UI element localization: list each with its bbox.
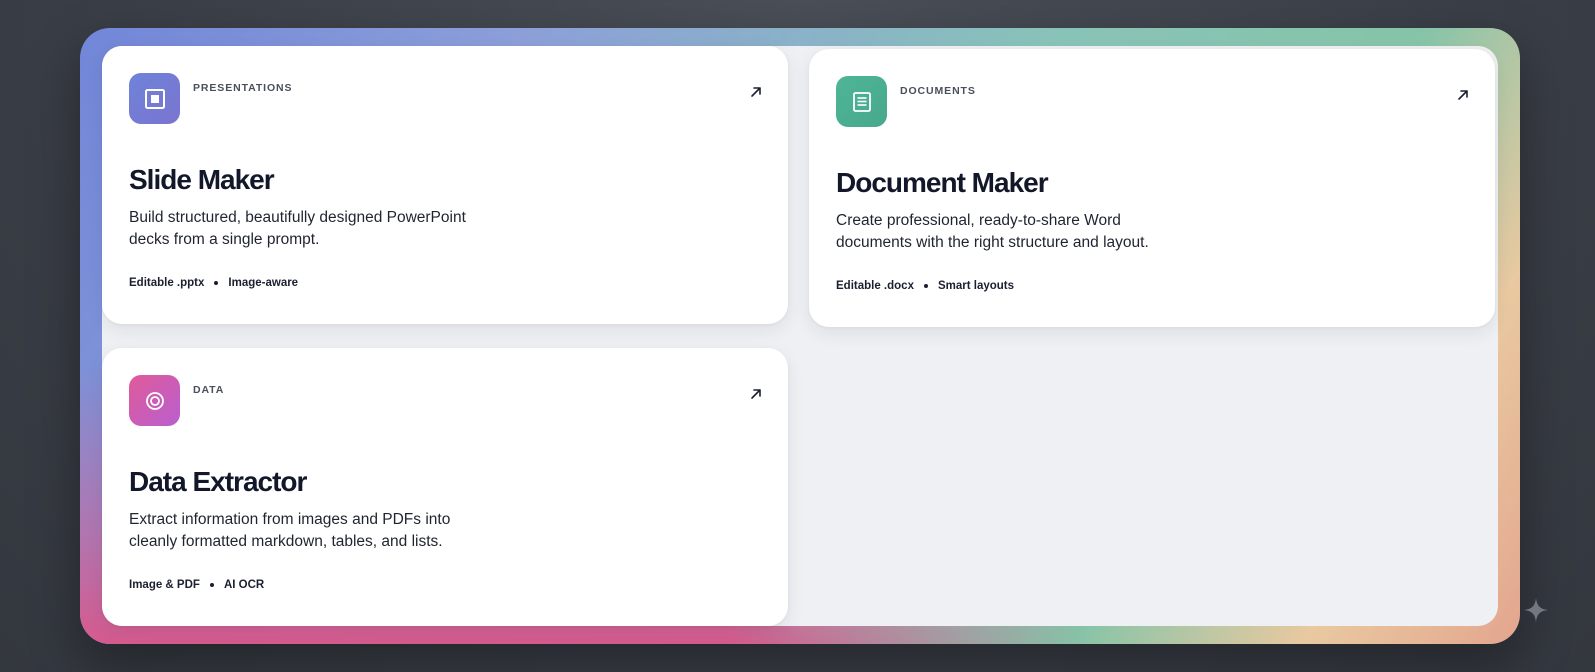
slide-maker-card[interactable]: PRESENTATIONS Slide Maker Build structur…: [102, 46, 788, 324]
card-title: Slide Maker: [129, 164, 275, 195]
tag: Image & PDF: [129, 579, 200, 591]
slide-icon: [129, 73, 180, 124]
data-extractor-card[interactable]: DATA Data Extractor Extract information …: [102, 348, 788, 626]
tools-panel-frame: PRESENTATIONS Slide Maker Build structur…: [80, 28, 1520, 644]
card-tags: Editable .docx Smart layouts: [836, 280, 1014, 292]
separator-dot: [214, 281, 219, 285]
card-title: Document Maker: [836, 167, 1049, 198]
card-tags: Editable .pptx Image-aware: [129, 277, 298, 289]
tag: AI OCR: [223, 579, 265, 591]
open-arrow-icon[interactable]: [748, 84, 764, 100]
document-icon: [836, 76, 887, 127]
tag: Editable .pptx: [129, 277, 205, 289]
open-arrow-icon[interactable]: [1455, 87, 1471, 103]
target-icon: [129, 375, 180, 426]
card-category: PRESENTATIONS: [193, 82, 293, 94]
open-arrow-icon[interactable]: [748, 386, 764, 402]
tag: Editable .docx: [836, 280, 914, 292]
separator-dot: [923, 284, 928, 288]
tag: Smart layouts: [937, 280, 1015, 292]
document-maker-card[interactable]: DOCUMENTS Document Maker Create professi…: [809, 49, 1495, 327]
card-category: DOCUMENTS: [900, 85, 976, 97]
separator-dot: [209, 583, 214, 587]
card-description: Create professional, ready-to-share Word…: [836, 212, 1149, 251]
card-category: DATA: [193, 384, 225, 396]
sparkle-icon: [1524, 598, 1548, 622]
card-title: Data Extractor: [129, 466, 307, 497]
card-tags: Image & PDF AI OCR: [129, 579, 264, 591]
card-description: Extract information from images and PDFs…: [129, 511, 451, 550]
card-description: Build structured, beautifully designed P…: [129, 209, 466, 248]
tools-panel: PRESENTATIONS Slide Maker Build structur…: [102, 46, 1498, 626]
tag: Image-aware: [228, 277, 299, 289]
